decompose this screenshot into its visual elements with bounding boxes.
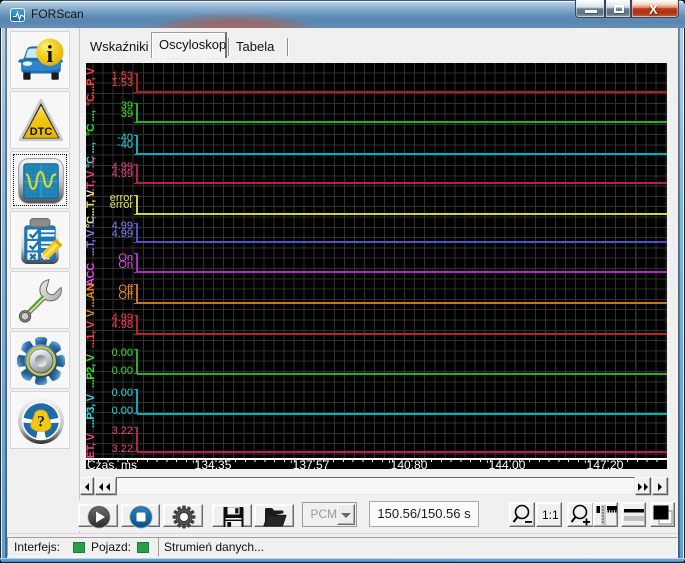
svg-text:?: ? [37,413,45,430]
svg-text:i: i [47,42,54,68]
svg-text:DTC: DTC [30,126,53,138]
